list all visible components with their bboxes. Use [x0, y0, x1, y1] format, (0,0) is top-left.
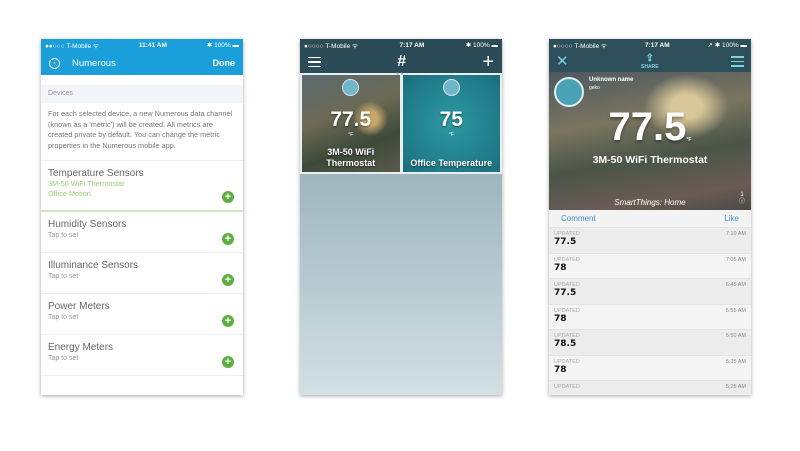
history-entry: UPDATED 5:35 AM 78 — [549, 354, 751, 380]
nav-bar: # + ● ● — [300, 51, 502, 77]
status-bar: ●●○○○ T-Mobile ᯤ 11:41 AM ✱ 100% ▬ — [41, 39, 243, 51]
close-icon[interactable]: ✕ — [556, 54, 569, 69]
battery: ✱ 100% ▬ — [206, 42, 239, 49]
sensor-row[interactable]: Humidity Sensors Tap to set + — [41, 212, 243, 253]
avatar — [342, 79, 360, 96]
entry-time: 5:55 AM — [725, 307, 746, 314]
tile-unit: °F — [348, 132, 354, 138]
menu-icon[interactable] — [731, 56, 744, 67]
comment-button[interactable]: Comment — [561, 214, 596, 223]
tile-value: 75 — [439, 108, 463, 131]
metric-detail-screen: ●○○○○ T-Mobile ᯤ 7:17 AM ➚ ✱ 100% ▬ ✕ ⇪ SHA… — [549, 39, 751, 395]
entry-value: 78.5 — [554, 339, 577, 349]
app-logo-icon: # — [397, 53, 407, 70]
time: 7:17 AM — [644, 41, 670, 49]
subscriber-count[interactable]: 1 ⓘ — [739, 192, 745, 206]
entry-time: 5:50 AM — [725, 333, 746, 339]
row-temperature-sensors[interactable]: Temperature Sensors 3M-50 WiFi Thermosta… — [41, 161, 243, 212]
carrier: ●○○○○ T-Mobile ᯤ — [304, 42, 358, 50]
sensor-row[interactable]: Energy Meters Tap to set + — [41, 335, 243, 376]
tile-unit: °F — [448, 132, 454, 138]
status-bar: ●○○○○ T-Mobile ᯤ 7:17 AM ➚ ✱ 100% ▬ — [549, 39, 751, 51]
add-icon[interactable]: + — [222, 274, 234, 286]
row-hint: Tap to set — [48, 314, 79, 321]
history-entry: UPDATED 7:10 AM 77.5 — [549, 227, 751, 253]
row-name: Humidity Sensors — [48, 219, 127, 230]
add-icon[interactable]: + — [222, 233, 234, 245]
done-button[interactable]: Done — [213, 58, 236, 68]
metric-unit: °F — [686, 137, 692, 143]
status-bar: ●○○○○ T-Mobile ᯤ 7:17 AM ✱ 100% ▬ — [300, 39, 502, 51]
row-name: Power Meters — [48, 301, 110, 312]
time: 7:17 AM — [399, 41, 425, 49]
entry-time: 7:10 AM — [725, 231, 746, 237]
row-hint: Tap to set — [48, 273, 79, 280]
nav-title: Numerous — [72, 57, 116, 69]
carrier: ●●○○○ T-Mobile ᯤ — [45, 42, 99, 50]
share-icon: ⇪ — [645, 52, 654, 64]
device-name: 3M-50 WiFi Thermostat — [592, 154, 708, 166]
selected-device: 3M-50 WiFi Thermostat — [48, 179, 125, 188]
dashboard-screen: ●○○○○ T-Mobile ᯤ 7:17 AM ✱ 100% ▬ # + ● ● … — [300, 39, 502, 395]
tile-name: Office Temperature — [410, 158, 493, 168]
add-icon[interactable]: + — [482, 52, 494, 72]
row-hint: Tap to set — [48, 232, 79, 239]
avatar[interactable] — [554, 77, 584, 107]
history-entry: UPDATED 5:55 AM 78 — [549, 303, 751, 329]
battery: ✱ 100% ▬ — [465, 42, 498, 49]
add-icon[interactable]: + — [222, 191, 234, 203]
history-entry: UPDATED 5:25 AM — [549, 380, 751, 395]
battery: ➚ ✱ 100% ▬ — [707, 42, 747, 49]
metric-tile[interactable]: 77.5 °F 3M-50 WiFi Thermostat — [302, 75, 400, 172]
share-label: SHARE — [641, 63, 659, 70]
description: For each selected device, a new Numerous… — [41, 103, 243, 161]
entry-time: 6:45 AM — [725, 282, 746, 288]
add-icon[interactable]: + — [222, 356, 234, 368]
location: SmartThings: Home — [614, 198, 686, 207]
count-value: 1 — [740, 192, 744, 198]
entry-time: 5:25 AM — [725, 384, 746, 390]
selected-device: Office Motion — [48, 189, 91, 198]
entry-value: 78 — [554, 262, 567, 273]
entry-value: 77.5 — [554, 237, 577, 247]
add-icon[interactable]: + — [222, 315, 234, 327]
nav-bar: ✕ ⇪ SHARE — [549, 51, 751, 72]
history-entry: UPDATED 5:50 AM 78.5 — [549, 329, 751, 355]
history-entry: UPDATED 7:05 AM 78 — [549, 252, 751, 278]
numerous-settings-screen: ●●○○○ T-Mobile ᯤ 11:41 AM ✱ 100% ▬ ‹ Numer… — [41, 39, 243, 395]
metric-tile[interactable]: 75 °F Office Temperature — [402, 75, 500, 172]
sensor-row[interactable]: Illuminance Sensors Tap to set + — [41, 253, 243, 294]
row-hint: Tap to set — [48, 355, 79, 362]
entry-value: 78 — [554, 313, 567, 324]
entry-time: 5:35 AM — [725, 358, 746, 365]
entry-label: UPDATED — [554, 384, 580, 390]
user-login: geko — [589, 85, 600, 91]
avatar — [442, 79, 460, 96]
back-icon[interactable]: ‹ — [49, 57, 60, 69]
tile-value: 77.5 — [330, 108, 372, 131]
carrier: ●○○○○ T-Mobile ᯤ — [553, 42, 607, 50]
like-button[interactable]: Like — [724, 214, 739, 223]
menu-icon[interactable] — [308, 56, 321, 68]
tile-name: 3M-50 WiFi Thermostat — [326, 147, 376, 168]
entry-time: 7:05 AM — [725, 256, 746, 263]
nav-bar: ‹ Numerous Done — [41, 51, 243, 75]
sensor-row[interactable]: Power Meters Tap to set + — [41, 294, 243, 335]
row-name: Illuminance Sensors — [48, 260, 139, 271]
row-name: Temperature Sensors — [48, 168, 144, 179]
section-header: Devices — [41, 85, 243, 103]
history-entry: UPDATED 6:45 AM 77.5 — [549, 278, 751, 304]
metric-value: 77.5 — [608, 105, 687, 149]
share-button[interactable]: ⇪ SHARE — [641, 52, 659, 70]
time: 11:41 AM — [138, 41, 167, 49]
subscribers-icon: ⓘ — [738, 199, 745, 205]
row-name: Energy Meters — [48, 342, 114, 353]
entry-value: 77.5 — [554, 288, 577, 298]
entry-value: 78 — [554, 364, 567, 375]
user-name: Unknown name — [589, 77, 634, 83]
metric-hero: Unknown name geko 77.5°F 3M-50 WiFi Ther… — [549, 72, 751, 210]
